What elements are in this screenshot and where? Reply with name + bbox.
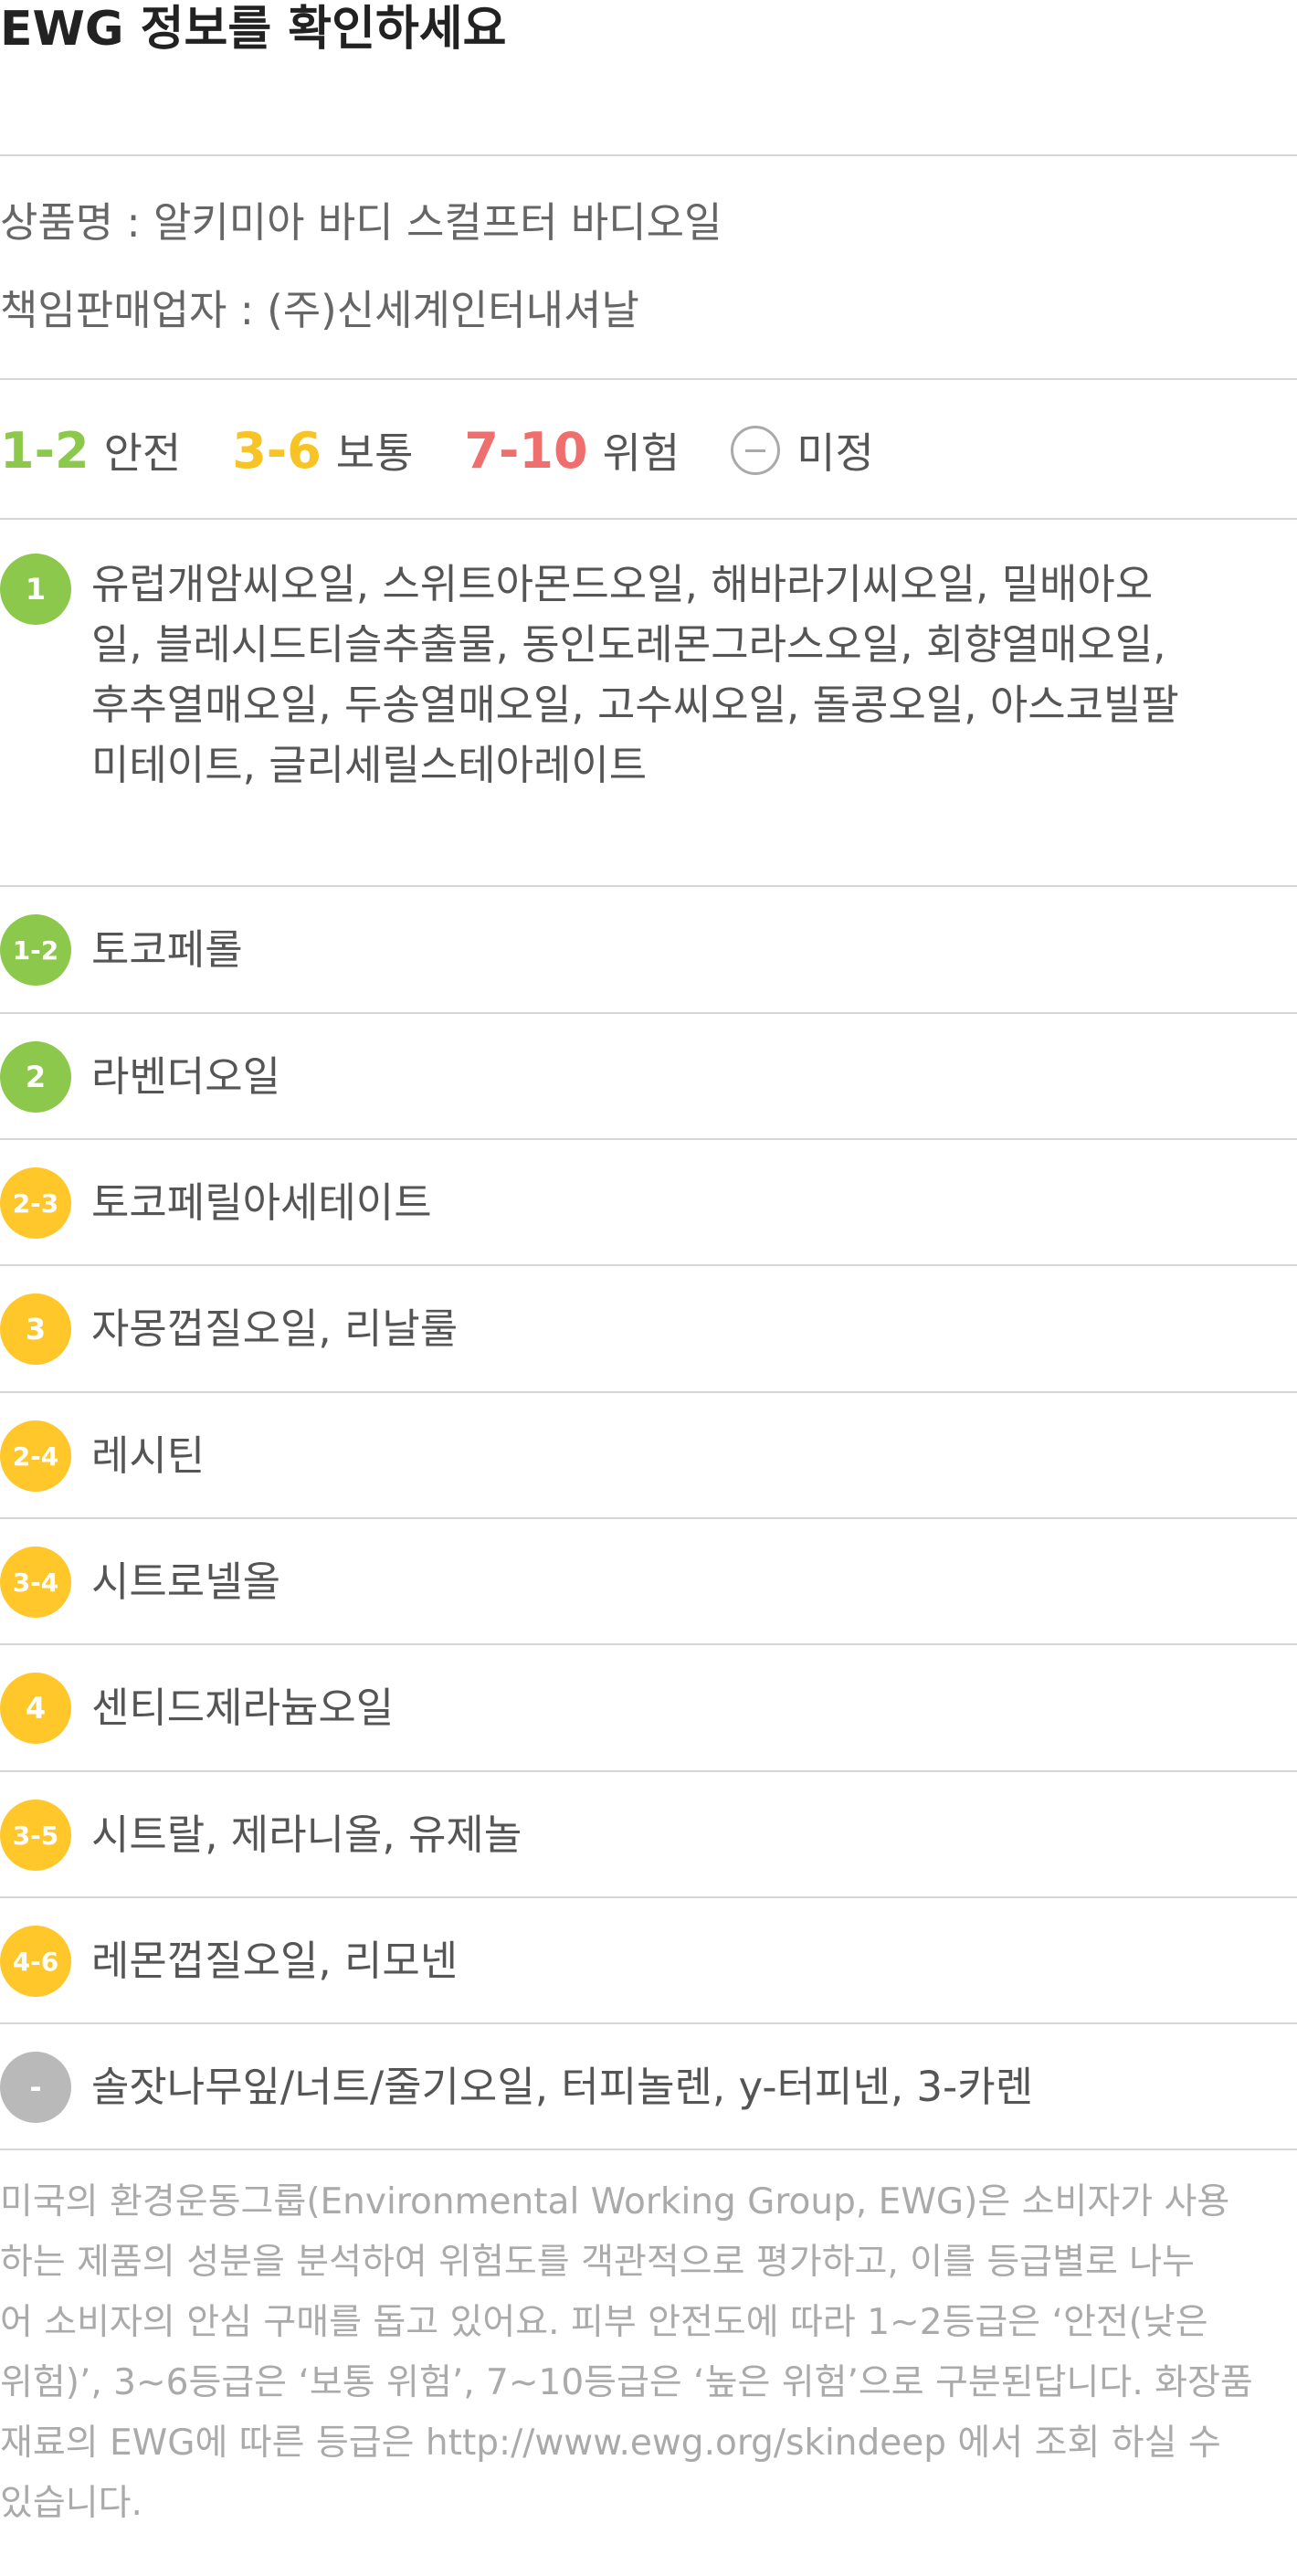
ingredient-line: 미테이트, 글리세릴스테아레이트	[91, 741, 648, 789]
ingredient-row: 1 유럽개암씨오일, 스위트아몬드오일, 해바라기씨오일, 밀배아오 일, 블레…	[0, 548, 1297, 886]
grade-badge: 2	[0, 1041, 71, 1113]
ingredient-row: - 솔잣나무잎/너트/줄기오일, 터피놀렌, y-터피넨, 3-카렌	[0, 2024, 1297, 2149]
ingredient-line: 후추열매오일, 두송열매오일, 고수씨오일, 돌콩오일, 아스코빌팔	[91, 681, 1179, 729]
grade-badge: 3	[0, 1293, 71, 1365]
ingredient-row: 3-5 시트랄, 제라니올, 유제놀	[0, 1772, 1297, 1897]
legend-moderate: 3-6 보통	[232, 420, 413, 480]
legend-safe: 1-2 안전	[0, 420, 181, 480]
ingredient-line: 센티드제라늄오일	[91, 1684, 395, 1732]
legend-danger-range: 7-10	[464, 421, 588, 480]
grade-badge: 3-5	[0, 1800, 71, 1871]
footer-line: 미국의 환경운동그룹(Environmental Working Group, …	[0, 2181, 1230, 2222]
ingredient-line: 시트랄, 제라니올, 유제놀	[91, 1811, 522, 1859]
footer-line: 있습니다.	[0, 2483, 142, 2524]
legend-moderate-range: 3-6	[232, 421, 322, 480]
ingredient-row: 3-4 시트로넬올	[0, 1519, 1297, 1644]
ingredient-line: 솔잣나무잎/너트/줄기오일, 터피놀렌, y-터피넨, 3-카렌	[91, 2063, 1034, 2111]
grade-badge: 4	[0, 1673, 71, 1744]
ingredient-line: 라벤더오일	[91, 1052, 281, 1101]
divider	[0, 2148, 1297, 2150]
grade-badge: 2-3	[0, 1167, 71, 1239]
ingredient-row: 3 자몽껍질오일, 리날룰	[0, 1266, 1297, 1391]
ingredient-line: 토코페릴아세테이트	[91, 1178, 432, 1227]
grade-badge: 3-4	[0, 1547, 71, 1618]
legend-danger: 7-10 위험	[464, 420, 680, 480]
divider	[0, 378, 1297, 380]
ingredient-row: 2-3 토코페릴아세테이트	[0, 1140, 1297, 1265]
legend-moderate-label: 보통	[335, 428, 414, 478]
grade-legend: 1-2 안전 3-6 보통 7-10 위험 미정	[0, 418, 1297, 482]
ingredient-line: 시트로넬올	[91, 1557, 281, 1606]
footer-line: 하는 제품의 성분을 분석하여 위험도를 객관적으로 평가하고, 이를 등급별로…	[0, 2242, 1196, 2283]
ingredient-row: 4 센티드제라늄오일	[0, 1645, 1297, 1770]
divider	[0, 518, 1297, 520]
legend-safe-range: 1-2	[0, 421, 90, 480]
footer-line: 위험)’, 3~6등급은 ‘보통 위험’, 7~10등급은 ‘높은 위험’으로 …	[0, 2362, 1253, 2403]
page-title: EWG 정보를 확인하세요	[0, 2, 507, 57]
grade-badge: 1	[0, 554, 71, 625]
footer-line: 재료의 EWG에 따른 등급은 http://www.ewg.org/skind…	[0, 2423, 1221, 2464]
grade-badge: -	[0, 2052, 71, 2123]
grade-badge: 1-2	[0, 914, 71, 986]
ingredient-line: 토코페롤	[91, 925, 243, 974]
product-name: 상품명 : 알키미아 바디 스컬프터 바디오일	[0, 198, 722, 247]
grade-badge: 4-6	[0, 1926, 71, 1997]
ingredient-row: 2 라벤더오일	[0, 1014, 1297, 1139]
ingredient-line: 자몽껍질오일, 리날룰	[91, 1304, 459, 1353]
legend-safe-label: 안전	[103, 428, 182, 478]
ingredient-line: 일, 블레시드티슬추출물, 동인도레몬그라스오일, 회향열매오일,	[91, 620, 1166, 669]
grade-badge: 2-4	[0, 1420, 71, 1492]
product-seller: 책임판매업자 : (주)신세계인터내셔날	[0, 286, 639, 334]
ingredient-line: 레몬껍질오일, 리모넨	[91, 1937, 459, 1985]
ingredient-names: 유럽개암씨오일, 스위트아몬드오일, 해바라기씨오일, 밀배아오 일, 블레시드…	[91, 554, 1279, 796]
ingredient-row: 2-4 레시틴	[0, 1393, 1297, 1518]
minus-circle-icon	[731, 426, 781, 475]
ewg-description: 미국의 환경운동그룹(Environmental Working Group, …	[0, 2172, 1292, 2534]
ingredient-row: 1-2 토코페롤	[0, 887, 1297, 1012]
legend-undetermined-label: 미정	[796, 428, 874, 478]
legend-undetermined: 미정	[731, 420, 874, 480]
divider	[0, 154, 1297, 156]
legend-danger-label: 위험	[602, 428, 680, 478]
ingredient-line: 유럽개암씨오일, 스위트아몬드오일, 해바라기씨오일, 밀배아오	[91, 560, 1154, 608]
ingredient-line: 레시틴	[91, 1431, 206, 1480]
ingredient-row: 4-6 레몬껍질오일, 리모넨	[0, 1898, 1297, 2023]
footer-line: 어 소비자의 안심 구매를 돕고 있어요. 피부 안전도에 따라 1~2등급은 …	[0, 2302, 1208, 2343]
